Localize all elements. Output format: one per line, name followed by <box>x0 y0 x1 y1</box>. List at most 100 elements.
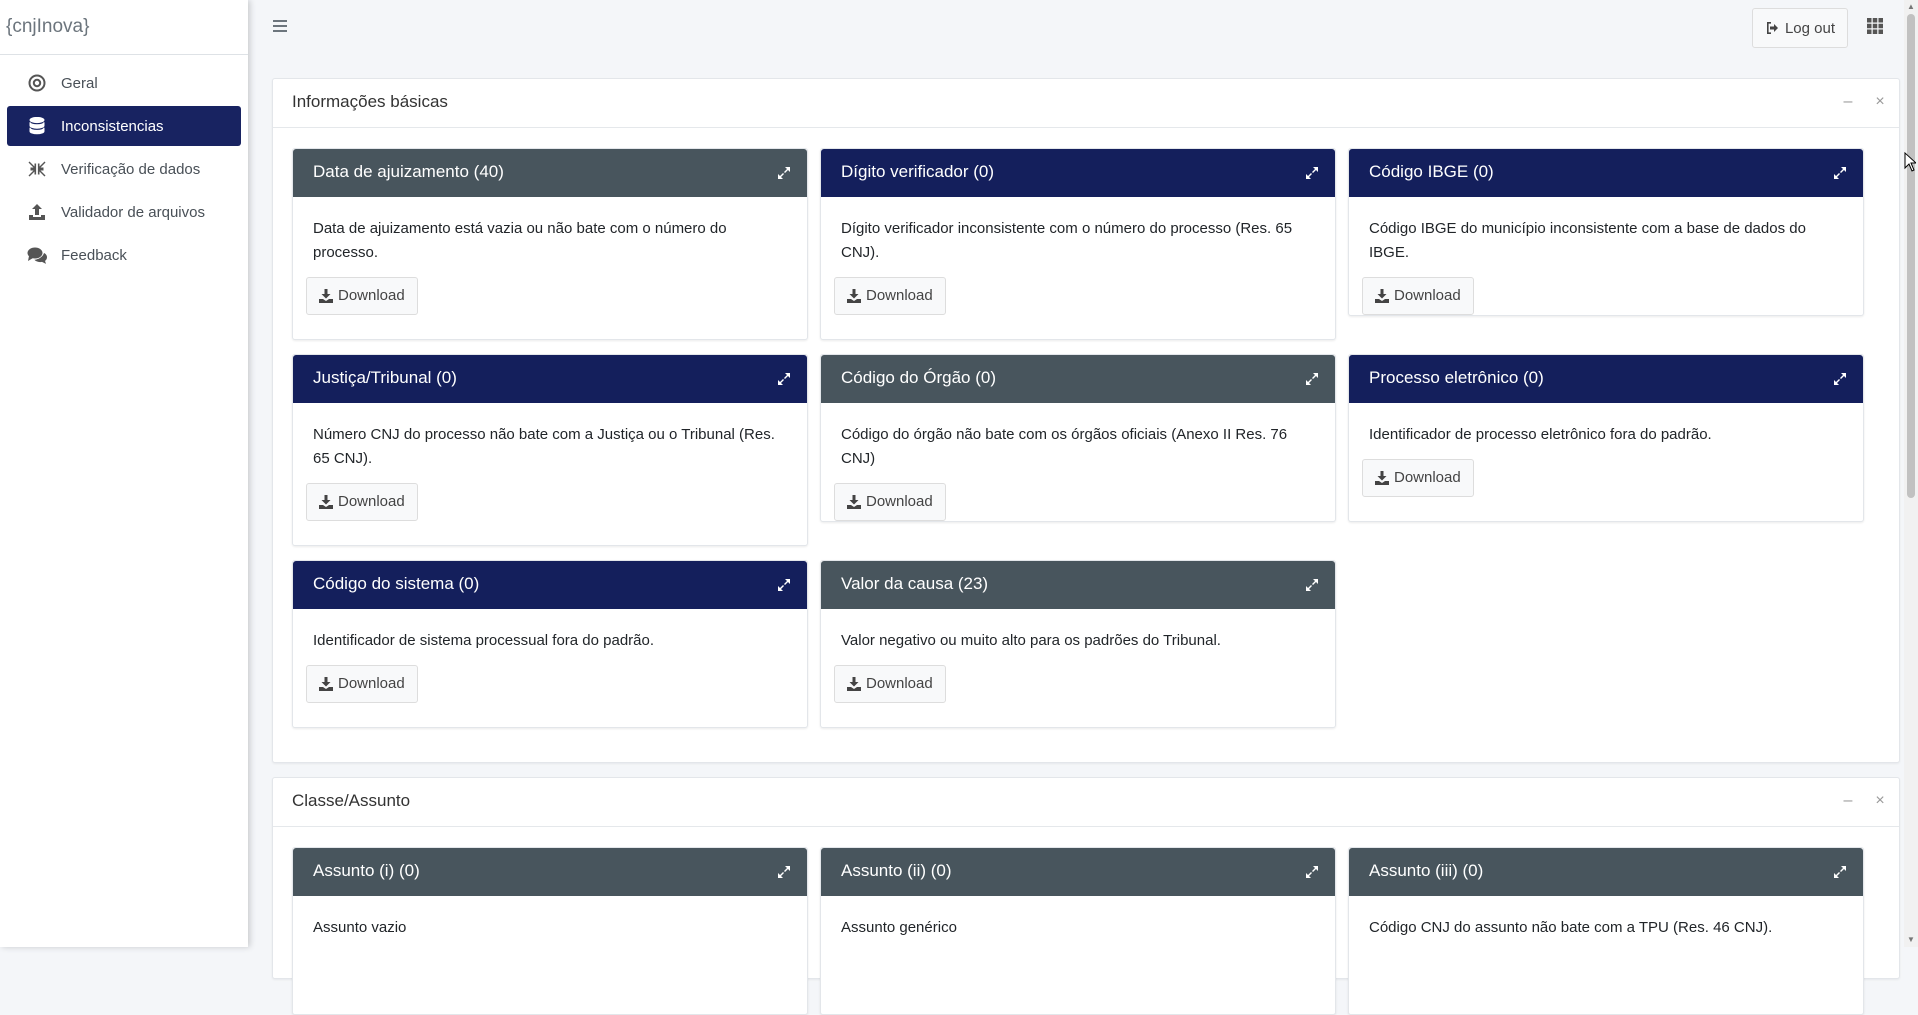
download-label: Download <box>1394 469 1461 486</box>
card-valor-causa: Valor da causa (23) Valor negativo ou mu… <box>820 560 1336 728</box>
card-header: Código IBGE (0) <box>1349 149 1863 197</box>
mouse-cursor-icon <box>1904 152 1916 172</box>
section-classe-assunto: Classe/Assunto – × Assunto (i) (0) Assun… <box>272 777 1900 1015</box>
download-button[interactable]: Download <box>306 483 418 521</box>
card-title: Código IBGE (0) <box>1369 162 1494 181</box>
card-description: Valor negativo ou muito alto para os pad… <box>841 632 1221 649</box>
scroll-up-arrow-icon[interactable]: ▲ <box>1906 2 1916 12</box>
card-header: Assunto (iii) (0) <box>1349 848 1863 896</box>
sidebar-item-label: Geral <box>61 74 98 92</box>
card-header: Assunto (i) (0) <box>293 848 807 896</box>
card-body: Data de ajuizamento está vazia ou não ba… <box>293 197 807 335</box>
sidebar-item-label: Inconsistencias <box>61 117 164 135</box>
upload-icon <box>27 202 47 222</box>
card-body: Código IBGE do município inconsistente c… <box>1349 197 1863 335</box>
expand-icon[interactable] <box>777 578 791 592</box>
section-header: Informações básicas – × <box>273 79 1899 128</box>
sidebar: {cnjInova} Geral Inconsistencias Verific… <box>0 0 248 947</box>
card-body: Assunto genérico <box>821 896 1335 972</box>
expand-icon[interactable] <box>1305 578 1319 592</box>
comments-icon <box>27 245 47 265</box>
scrollbar-thumb[interactable] <box>1907 14 1915 498</box>
sidebar-item-feedback[interactable]: Feedback <box>7 235 241 275</box>
card-header: Assunto (ii) (0) <box>821 848 1335 896</box>
download-icon <box>319 289 333 303</box>
sidebar-item-verificacao[interactable]: Verificação de dados <box>7 149 241 189</box>
card-description: Identificador de processo eletrônico for… <box>1369 426 1712 443</box>
card-body: Código do órgão não bate com os órgãos o… <box>821 403 1335 541</box>
expand-icon[interactable] <box>1833 372 1847 386</box>
expand-icon[interactable] <box>1833 865 1847 879</box>
card-justica-tribunal: Justiça/Tribunal (0) Número CNJ do proce… <box>292 354 808 546</box>
section-header: Classe/Assunto – × <box>273 778 1899 827</box>
top-navbar: Log out <box>248 0 1918 54</box>
hamburger-menu-icon[interactable] <box>272 15 294 37</box>
section-title: Informações básicas <box>292 92 448 111</box>
expand-icon[interactable] <box>777 166 791 180</box>
card-body: Identificador de sistema processual fora… <box>293 609 807 723</box>
card-body: Número CNJ do processo não bate com a Ju… <box>293 403 807 541</box>
target-icon <box>27 73 47 93</box>
download-button[interactable]: Download <box>306 665 418 703</box>
expand-icon[interactable] <box>1305 166 1319 180</box>
download-button[interactable]: Download <box>834 277 946 315</box>
card-title: Código do sistema (0) <box>313 574 480 593</box>
section-tools: – × <box>1839 792 1889 810</box>
card-body: Valor negativo ou muito alto para os pad… <box>821 609 1335 723</box>
download-label: Download <box>338 675 405 692</box>
download-icon <box>847 495 861 509</box>
compress-icon <box>27 159 47 179</box>
download-button[interactable]: Download <box>306 277 418 315</box>
download-label: Download <box>338 287 405 304</box>
card-body: Dígito verificador inconsistente com o n… <box>821 197 1335 335</box>
apps-grid-icon[interactable] <box>1866 17 1884 35</box>
collapse-icon[interactable]: – <box>1839 792 1857 810</box>
card-header: Valor da causa (23) <box>821 561 1335 609</box>
card-title: Processo eletrônico (0) <box>1369 368 1544 387</box>
card-title: Assunto (ii) (0) <box>841 861 952 880</box>
download-button[interactable]: Download <box>834 665 946 703</box>
expand-icon[interactable] <box>777 372 791 386</box>
sidebar-item-validador[interactable]: Validador de arquivos <box>7 192 241 232</box>
sidebar-item-label: Verificação de dados <box>61 160 201 178</box>
expand-icon[interactable] <box>1305 865 1319 879</box>
download-label: Download <box>866 675 933 692</box>
card-body: Identificador de processo eletrônico for… <box>1349 403 1863 517</box>
card-assunto-i: Assunto (i) (0) Assunto vazio <box>292 847 808 1015</box>
card-title: Valor da causa (23) <box>841 574 989 593</box>
section-tools: – × <box>1839 93 1889 111</box>
card-title: Justiça/Tribunal (0) <box>313 368 457 387</box>
brand-logo[interactable]: {cnjInova} <box>0 0 248 55</box>
vertical-scrollbar[interactable]: ▲ ▼ <box>1904 0 1918 947</box>
expand-icon[interactable] <box>777 865 791 879</box>
card-description: Assunto vazio <box>313 919 407 936</box>
card-title: Assunto (iii) (0) <box>1369 861 1484 880</box>
expand-icon[interactable] <box>1305 372 1319 386</box>
card-header: Data de ajuizamento (40) <box>293 149 807 197</box>
card-assunto-ii: Assunto (ii) (0) Assunto genérico <box>820 847 1336 1015</box>
download-button[interactable]: Download <box>1362 277 1474 315</box>
download-button[interactable]: Download <box>1362 459 1474 497</box>
card-header: Processo eletrônico (0) <box>1349 355 1863 403</box>
logout-button[interactable]: Log out <box>1751 8 1848 48</box>
card-codigo-sistema: Código do sistema (0) Identificador de s… <box>292 560 808 728</box>
close-icon[interactable]: × <box>1871 792 1889 810</box>
expand-icon[interactable] <box>1833 166 1847 180</box>
section-title: Classe/Assunto <box>292 791 411 810</box>
card-title: Código do Órgão (0) <box>841 368 996 387</box>
download-icon <box>847 677 861 691</box>
card-header: Código do sistema (0) <box>293 561 807 609</box>
sidebar-item-inconsistencias[interactable]: Inconsistencias <box>7 106 241 146</box>
card-description: Número CNJ do processo não bate com a Ju… <box>313 426 775 467</box>
download-label: Download <box>866 493 933 510</box>
scroll-down-arrow-icon[interactable]: ▼ <box>1906 935 1916 945</box>
collapse-icon[interactable]: – <box>1839 93 1857 111</box>
card-description: Data de ajuizamento está vazia ou não ba… <box>313 220 727 261</box>
card-description: Dígito verificador inconsistente com o n… <box>841 220 1293 261</box>
sidebar-nav: Geral Inconsistencias Verificação de dad… <box>0 55 248 275</box>
card-header: Dígito verificador (0) <box>821 149 1335 197</box>
close-icon[interactable]: × <box>1871 93 1889 111</box>
sidebar-item-geral[interactable]: Geral <box>7 63 241 103</box>
download-button[interactable]: Download <box>834 483 946 521</box>
download-label: Download <box>1394 287 1461 304</box>
